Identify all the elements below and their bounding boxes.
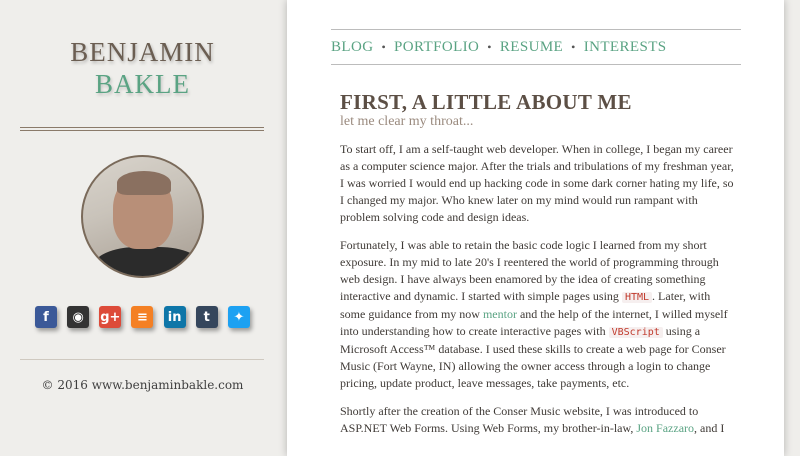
page-title: FIRST, A LITTLE ABOUT ME xyxy=(340,90,632,114)
nav-separator: • xyxy=(571,39,576,54)
nav-interests[interactable]: INTERESTS xyxy=(584,39,667,56)
github-icon[interactable]: ◉ xyxy=(67,306,90,328)
google-plus-icon[interactable]: g+ xyxy=(99,306,122,328)
linkedin-icon[interactable]: in xyxy=(163,306,186,328)
sidebar-divider xyxy=(20,127,264,131)
nav-portfolio[interactable]: PORTFOLIO xyxy=(394,39,479,56)
nav-separator: • xyxy=(381,39,387,54)
brand-first-name: BENJAMIN xyxy=(70,37,215,67)
site-brand[interactable]: BENJAMIN BAKLE xyxy=(0,36,285,100)
tumblr-icon[interactable]: t xyxy=(195,306,218,328)
stackoverflow-icon[interactable]: ≡ xyxy=(131,306,154,328)
jon-fazzaro-link[interactable]: Jon Fazzaro xyxy=(636,421,694,435)
nav-blog[interactable]: BLOG xyxy=(331,39,373,56)
twitter-icon[interactable]: ✦ xyxy=(227,306,250,328)
text-span: , and I xyxy=(694,421,725,435)
code-html: HTML xyxy=(621,292,653,303)
brand-last-name: BAKLE xyxy=(95,69,190,99)
sidebar: BENJAMIN BAKLE f ◉ g+ ≡ in t ✦ © 2016 www.benj… xyxy=(0,0,285,456)
nav-separator: • xyxy=(487,39,492,54)
avatar xyxy=(81,155,204,278)
paragraph-3: Shortly after the creation of the Conser… xyxy=(340,403,735,437)
social-links: f ◉ g+ ≡ in t ✦ xyxy=(35,306,250,330)
footer-divider xyxy=(20,359,264,360)
paragraph-1: To start off, I am a self-taught web dev… xyxy=(340,142,734,224)
code-vbscript: VBScript xyxy=(608,327,663,338)
page-subtitle: let me clear my throat... xyxy=(340,114,474,129)
facebook-icon[interactable]: f xyxy=(35,306,57,328)
nav-resume[interactable]: RESUME xyxy=(500,39,563,56)
paragraph-2: Fortunately, I was able to retain the ba… xyxy=(340,237,735,392)
mentor-link[interactable]: mentor xyxy=(483,307,517,321)
top-nav: BLOG • PORTFOLIO • RESUME • INTERESTS xyxy=(331,29,741,65)
copyright-text: © 2016 www.benjaminbakle.com xyxy=(41,378,244,392)
article-body: To start off, I am a self-taught web dev… xyxy=(340,141,735,448)
main-panel: BLOG • PORTFOLIO • RESUME • INTERESTS FI… xyxy=(287,0,784,456)
